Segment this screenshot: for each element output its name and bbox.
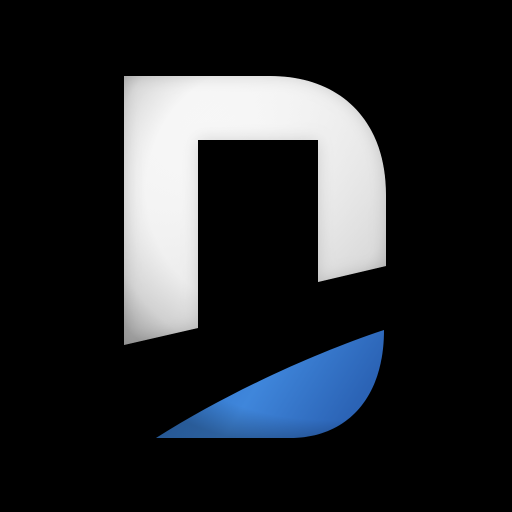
letter-d-logo-icon: [124, 76, 386, 438]
app-icon: [0, 0, 512, 512]
letter-d-blue-wedge: [156, 330, 384, 438]
letter-d-white-part: [124, 76, 386, 345]
